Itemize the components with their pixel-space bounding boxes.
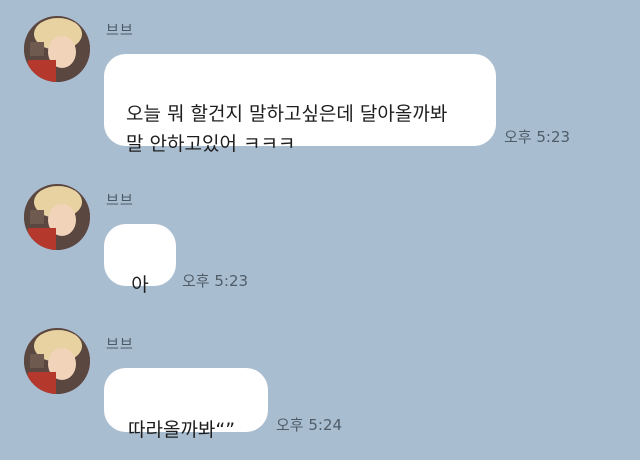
chat-area: 브브 오늘 뭐 할건지 말하고싶은데 달아올까봐 말 안하고있어 ㅋㅋㅋ 오후 … [0,0,640,460]
message-bubble[interactable]: 오늘 뭐 할건지 말하고싶은데 달아올까봐 말 안하고있어 ㅋㅋㅋ [104,54,496,155]
sender-name: 브브 [106,337,134,353]
message-timestamp: 오후 5:23 [182,272,249,290]
message-timestamp: 오후 5:23 [504,128,571,146]
message-text: 아 [131,274,149,296]
message-text: 오늘 뭐 할건지 말하고싶은데 달아올까봐 말 안하고있어 ㅋㅋㅋ [126,103,448,155]
message-bubble[interactable]: 따라올까봐“” [104,368,268,441]
message-timestamp: 오후 5:24 [276,416,343,434]
avatar[interactable] [24,16,90,82]
message-bubble[interactable]: 아 [104,224,176,296]
profile-photo [24,16,90,82]
sender-name: 브브 [106,193,134,209]
profile-photo [24,184,90,250]
profile-photo [24,328,90,394]
message-text: 따라올까봐“” [128,419,236,441]
avatar[interactable] [24,328,90,394]
avatar[interactable] [24,184,90,250]
sender-name: 브브 [106,23,134,39]
